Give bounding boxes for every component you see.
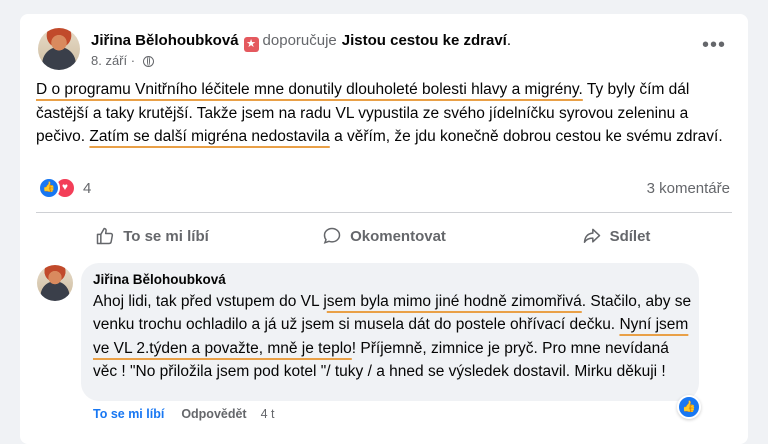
recommend-badge-icon: ★ — [243, 37, 259, 52]
post-card: Jiřina Bělohoubková ★ doporučuje Jistou ces… — [20, 14, 748, 444]
comment-like-badge-icon[interactable]: 👍 — [677, 395, 701, 419]
reaction-count: 4 — [83, 179, 92, 197]
comment-bubble-icon — [323, 227, 341, 244]
post-header: Jiřina Bělohoubková ★ doporučuje Jistou ces… — [91, 31, 511, 52]
post-period: . — [506, 32, 512, 49]
comment-bubble: Jiřina Bělohoubková Ahoj lidi, tak před … — [81, 263, 699, 401]
comment-author[interactable]: Jiřina Bělohoubková — [93, 272, 226, 287]
more-options-icon[interactable]: ••• — [702, 34, 726, 57]
avatar[interactable] — [38, 28, 80, 70]
thumbs-up-icon: 👍 — [38, 177, 60, 199]
divider — [36, 212, 732, 213]
page-name[interactable]: Jistou cestou ke zdraví — [342, 32, 507, 49]
post-text-part-2: a věřím, že jdu konečně dobrou cestou ke… — [329, 128, 723, 145]
comment-like-button[interactable]: To se mi líbí — [93, 407, 164, 421]
post-actions: To se mi líbí Okomentovat Sdílet — [36, 218, 732, 254]
like-button[interactable]: To se mi líbí — [36, 218, 268, 254]
comment-actions: To se mi líbí Odpovědět 4 t — [93, 407, 275, 421]
like-label: To se mi líbí — [123, 227, 209, 245]
post-meta: 8. září · — [91, 53, 154, 68]
post-author[interactable]: Jiřina Bělohoubková — [91, 32, 239, 49]
reactions-summary[interactable]: 👍 ♥ 4 — [38, 177, 92, 199]
share-label: Sdílet — [609, 227, 651, 245]
post-verb: doporučuje — [262, 32, 337, 49]
post-text-highlight-1: D o programu Vnitřního léčitele mne donu… — [36, 81, 583, 98]
post-date[interactable]: 8. září — [91, 53, 127, 68]
comment-button[interactable]: Okomentovat — [268, 218, 500, 254]
comment-label: Okomentovat — [350, 227, 446, 245]
post-text: D o programu Vnitřního léčitele mne donu… — [36, 78, 736, 149]
share-arrow-icon — [583, 228, 600, 243]
comment-reply-button[interactable]: Odpovědět — [181, 407, 246, 421]
comment-text: Ahoj lidi, tak před vstupem do VL jsem b… — [93, 290, 693, 383]
post-text-highlight-2: Zatím se další migréna nedostavila — [89, 128, 330, 145]
comments-count[interactable]: 3 komentáře — [647, 180, 730, 197]
globe-icon — [142, 56, 154, 67]
avatar[interactable] — [37, 265, 73, 301]
thumbs-up-icon — [96, 227, 114, 245]
comment-text-highlight-1: sem byla mimo jiné hodně zimomřivá — [326, 293, 582, 310]
share-button[interactable]: Sdílet — [500, 218, 732, 254]
comment-text-part-1: Ahoj lidi, tak před vstupem do VL j — [93, 293, 327, 310]
comment-time[interactable]: 4 t — [261, 407, 275, 421]
